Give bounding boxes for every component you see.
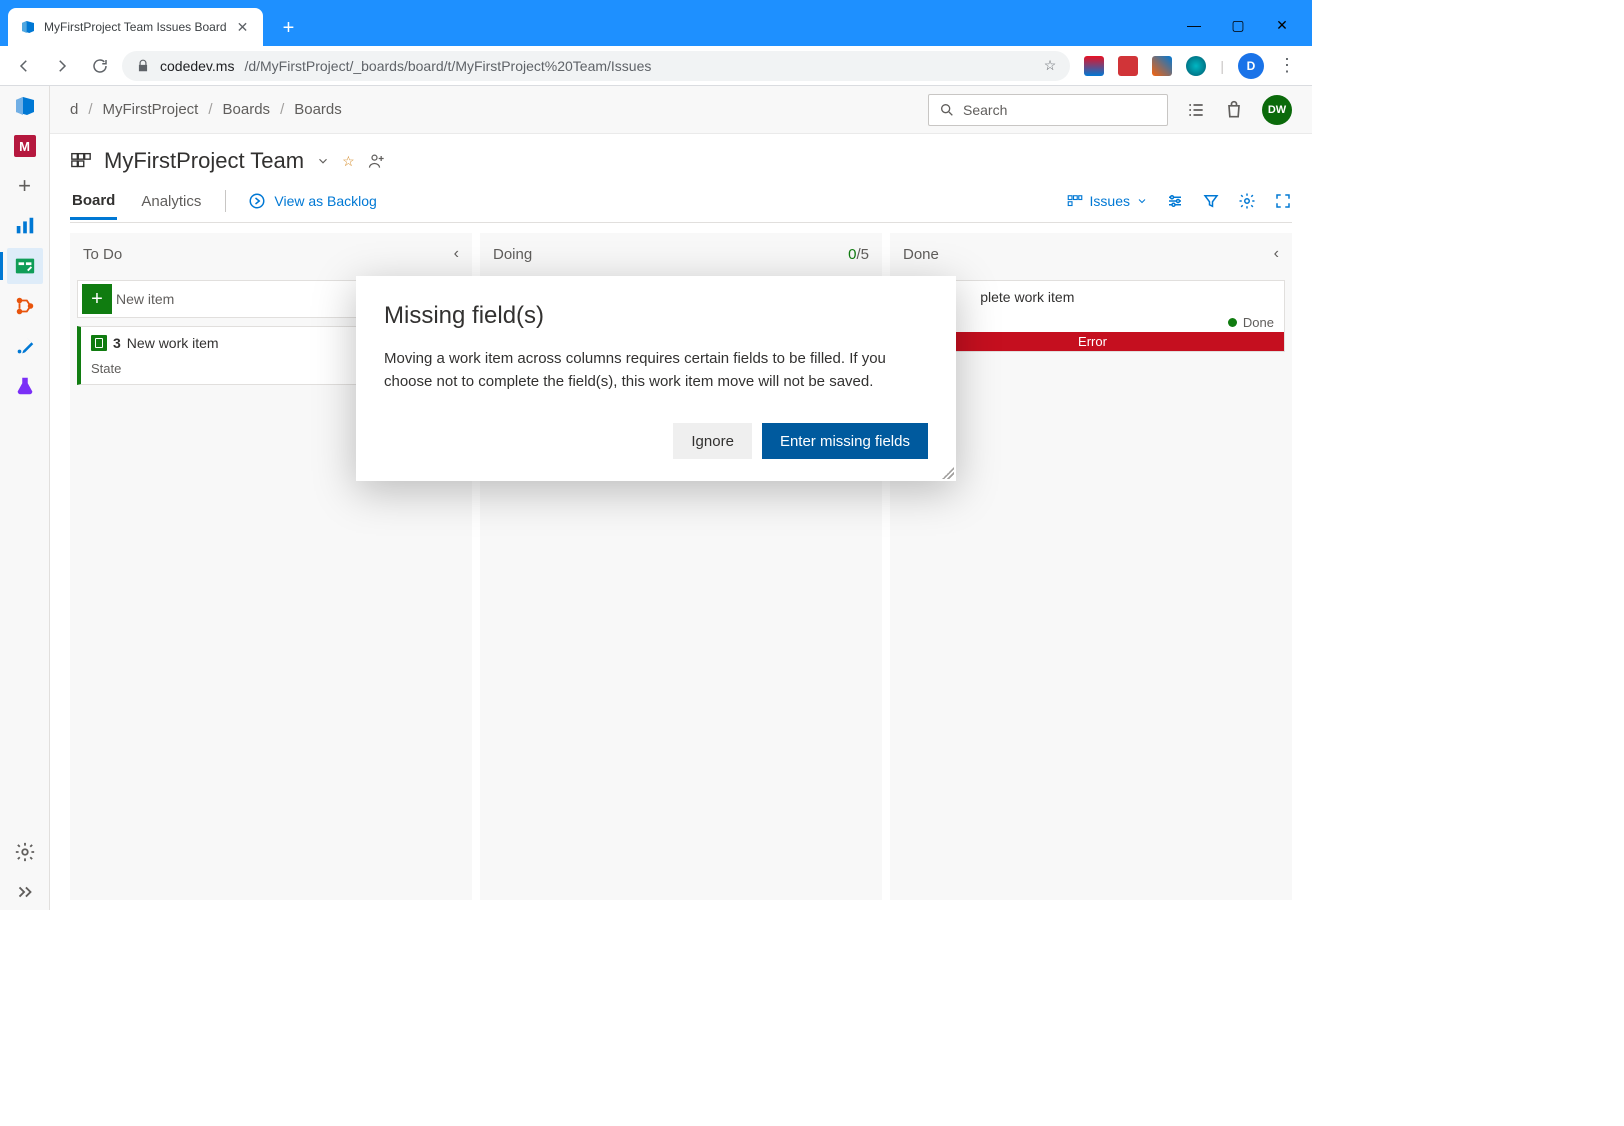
tab-analytics[interactable]: Analytics [139,193,203,220]
team-members-icon[interactable] [367,151,387,171]
browser-titlebar: MyFirstProject Team Issues Board ✕ + — ▢… [0,0,1312,46]
chrome-profile-avatar[interactable]: D [1238,53,1264,79]
close-window-icon[interactable]: ✕ [1272,17,1292,34]
address-bar[interactable]: codedev.ms/d/MyFirstProject/_boards/boar… [122,51,1070,81]
main-content: d / MyFirstProject / Boards / Boards Sea… [50,86,1312,910]
arrow-right-circle-icon [248,192,266,210]
board-icon [70,150,92,172]
work-item-type-picker[interactable]: Issues [1066,192,1148,210]
chevron-down-icon [1136,195,1148,207]
missing-fields-dialog: Missing field(s) Moving a work item acro… [356,276,956,481]
collapse-column-icon[interactable]: ‹ [454,245,459,263]
crumb-project[interactable]: MyFirstProject [103,101,199,118]
user-avatar[interactable]: DW [1262,95,1292,125]
tab-close-icon[interactable]: ✕ [235,19,251,36]
resize-grip-icon[interactable] [942,467,954,479]
column-title: Done [903,246,939,263]
column-title: To Do [83,246,122,263]
browser-tab[interactable]: MyFirstProject Team Issues Board ✕ [8,8,263,46]
nav-repos[interactable] [7,288,43,324]
issue-type-icon [91,335,107,351]
reload-button[interactable] [84,50,116,82]
favorite-star-icon[interactable]: ☆ [342,153,355,170]
chevron-down-icon[interactable] [316,154,330,168]
ignore-button[interactable]: Ignore [673,423,752,459]
team-name: MyFirstProject Team [104,148,304,174]
board-small-icon [1066,192,1084,210]
back-button[interactable] [8,50,40,82]
state-field-label: State [91,361,121,376]
nav-pipelines[interactable] [7,328,43,364]
collapse-column-icon[interactable]: ‹ [1274,245,1279,263]
extension-icon-4[interactable] [1186,56,1206,76]
azure-devops-logo-icon[interactable] [13,94,37,118]
crumb-org[interactable]: d [70,101,78,118]
maximize-icon[interactable]: ▢ [1228,17,1248,34]
bookmark-star-icon[interactable]: ☆ [1044,57,1057,74]
work-item-title: New work item [127,335,219,351]
crumb-page[interactable]: Boards [294,101,342,118]
forward-button[interactable] [46,50,78,82]
search-icon [939,102,955,118]
gear-icon[interactable] [1238,192,1256,210]
search-input[interactable]: Search [928,94,1168,126]
chrome-menu-icon[interactable]: ⋮ [1278,55,1296,76]
work-item-title: plete work item [980,289,1074,305]
azure-devops-favicon [20,19,36,35]
extension-icons: | D ⋮ [1076,53,1304,79]
devops-app: M + d / MyFirstProject / Boards / Boards [0,86,1312,910]
browser-toolbar: codedev.ms/d/MyFirstProject/_boards/boar… [0,46,1312,86]
breadcrumb: d / MyFirstProject / Boards / Boards [70,101,342,118]
enter-missing-fields-button[interactable]: Enter missing fields [762,423,928,459]
nav-overview[interactable] [7,208,43,244]
crumb-service[interactable]: Boards [223,101,271,118]
extension-icon-3[interactable] [1152,56,1172,76]
add-button[interactable]: + [7,168,43,204]
browser-tab-title: MyFirstProject Team Issues Board [44,20,227,34]
shopping-bag-icon[interactable] [1224,100,1244,120]
url-host: codedev.ms [160,58,234,74]
column-title: Doing [493,246,532,263]
page-header: MyFirstProject Team ☆ Board Analytics Vi… [50,134,1312,223]
minimize-icon[interactable]: — [1184,17,1204,34]
new-item-label[interactable]: New item [116,291,174,307]
new-tab-button[interactable]: + [275,14,303,42]
left-nav-rail: M + [0,86,50,910]
nav-settings[interactable] [7,834,43,870]
add-item-button[interactable]: + [82,284,112,314]
view-as-backlog-link[interactable]: View as Backlog [248,192,376,210]
window-controls: — ▢ ✕ [1184,17,1312,46]
url-path: /d/MyFirstProject/_boards/board/t/MyFirs… [244,58,651,74]
wip-counter: 0/5 [848,246,869,263]
page-tabs: Board Analytics View as Backlog Issues [70,190,1292,223]
filter-icon[interactable] [1202,192,1220,210]
extensions-divider: | [1220,58,1224,74]
fullscreen-icon[interactable] [1274,192,1292,210]
tab-board[interactable]: Board [70,192,117,220]
nav-collapse[interactable] [7,874,43,910]
search-placeholder: Search [963,102,1007,118]
dialog-title: Missing field(s) [384,302,928,330]
project-tile[interactable]: M [7,128,43,164]
state-field-value: Done [1228,315,1274,330]
dialog-body: Moving a work item across columns requir… [384,348,928,393]
work-item-id: 3 [113,335,121,351]
card-error-banner: Error [901,332,1284,351]
top-bar: d / MyFirstProject / Boards / Boards Sea… [50,86,1312,134]
extension-icon-1[interactable] [1084,56,1104,76]
sliders-icon[interactable] [1166,192,1184,210]
nav-test-plans[interactable] [7,368,43,404]
nav-boards[interactable] [7,248,43,284]
list-icon[interactable] [1186,100,1206,120]
lock-icon [136,59,150,73]
extension-icon-2[interactable] [1118,56,1138,76]
